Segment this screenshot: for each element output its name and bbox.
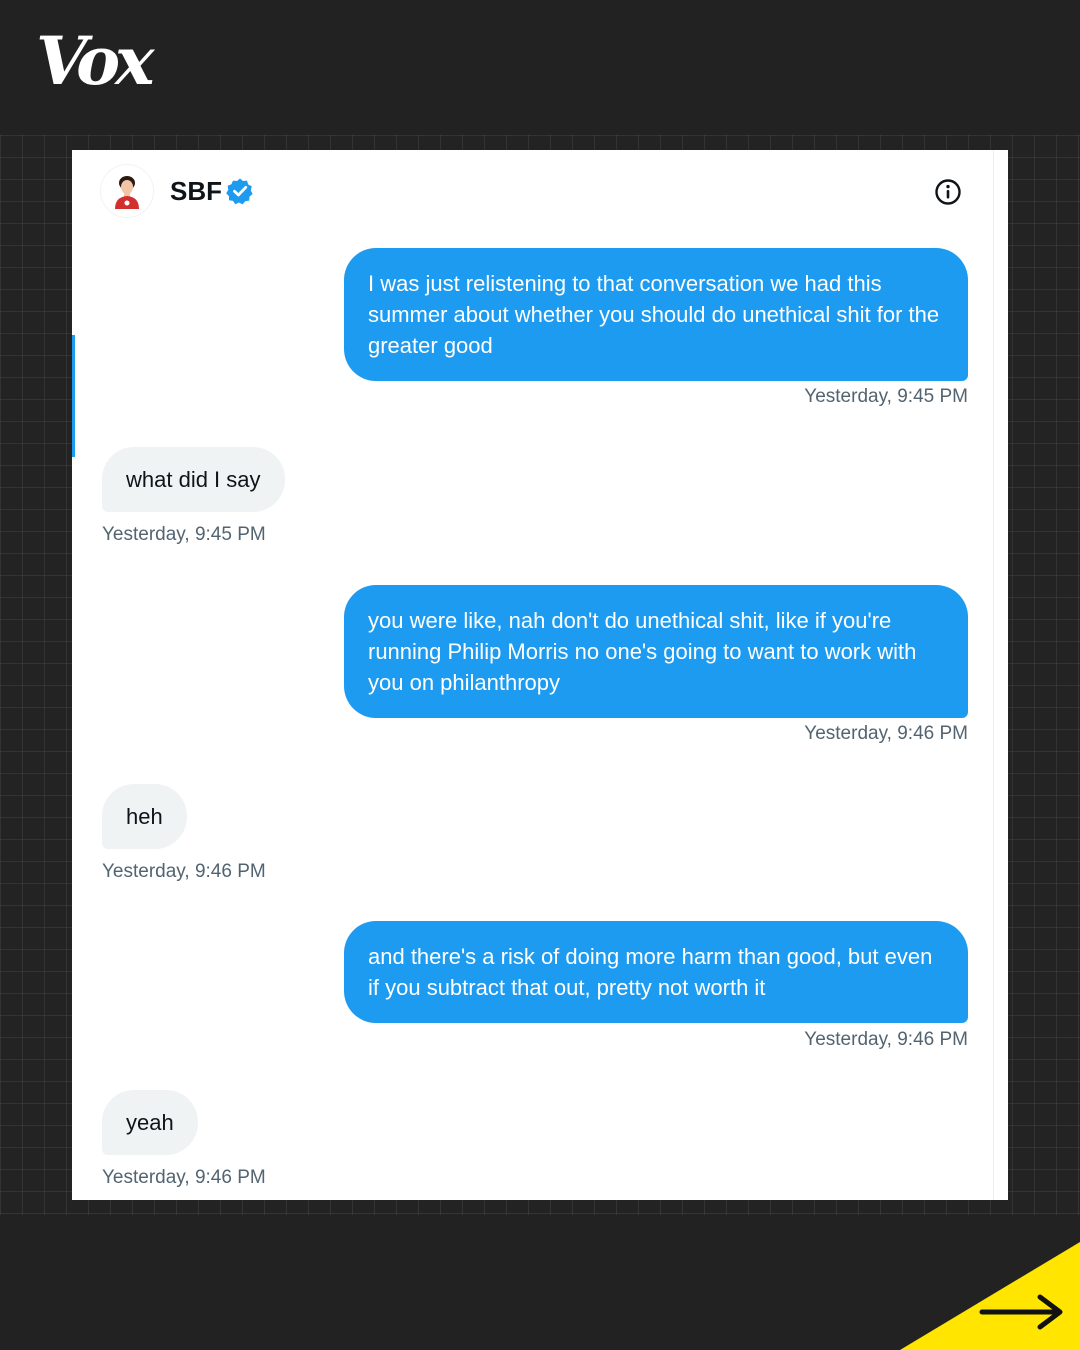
avatar[interactable]	[100, 164, 154, 218]
message-timestamp: Yesterday, 9:46 PM	[102, 861, 266, 882]
message-timestamp: Yesterday, 9:46 PM	[804, 1029, 968, 1050]
message-bubble-outgoing[interactable]: you were like, nah don't do unethical sh…	[344, 585, 968, 718]
scroll-track	[993, 150, 994, 1200]
message-bubble-outgoing[interactable]: and there's a risk of doing more harm th…	[344, 921, 968, 1023]
conversation-header: SBF	[100, 164, 254, 218]
next-slide-button[interactable]	[900, 1242, 1080, 1350]
focus-indicator	[72, 335, 75, 457]
message-timestamp: Yesterday, 9:46 PM	[102, 1167, 266, 1188]
message-bubble-incoming[interactable]: what did I say	[102, 447, 285, 512]
avatar-illustration-icon	[115, 176, 139, 209]
contact-name[interactable]: SBF	[170, 176, 222, 207]
message-bubble-incoming[interactable]: yeah	[102, 1090, 198, 1155]
message-timestamp: Yesterday, 9:45 PM	[102, 524, 266, 545]
vox-logo: Vox	[36, 22, 155, 100]
message-bubble-incoming[interactable]: heh	[102, 784, 187, 849]
verified-badge-icon	[226, 178, 253, 205]
dm-conversation-card: SBF I was just relistening to that conve…	[72, 150, 1008, 1200]
message-timestamp: Yesterday, 9:46 PM	[804, 723, 968, 744]
message-bubble-outgoing[interactable]: I was just relistening to that conversat…	[344, 248, 968, 381]
corner-accent	[900, 1242, 1080, 1350]
message-timestamp: Yesterday, 9:45 PM	[804, 386, 968, 407]
info-icon[interactable]	[934, 178, 962, 206]
